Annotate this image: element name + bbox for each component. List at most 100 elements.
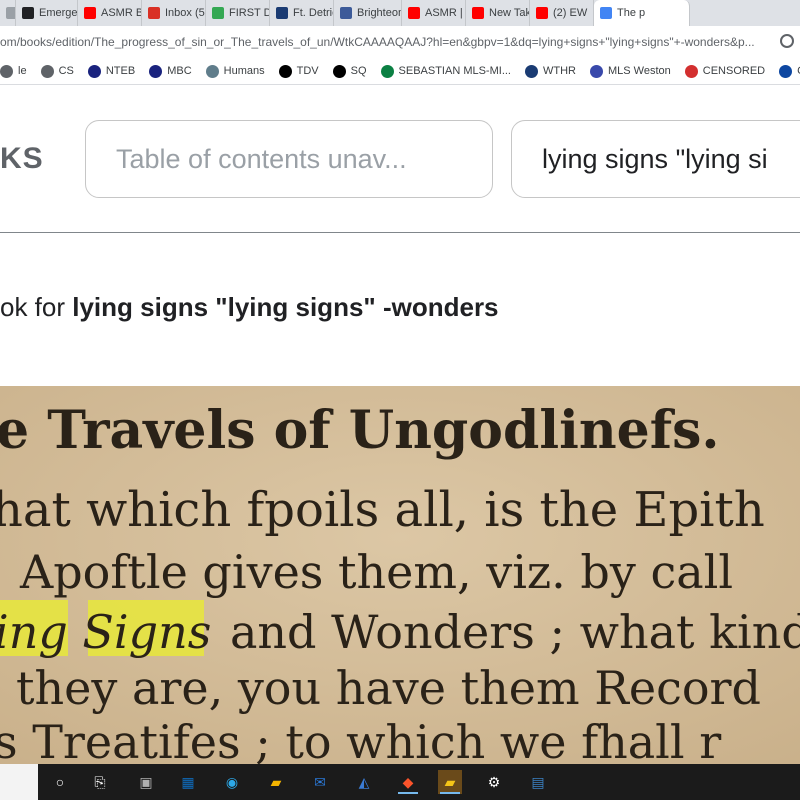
scan-line-6: s Treatifes ; to which we fhall r <box>0 715 721 764</box>
table-of-contents-dropdown[interactable]: Table of contents unav... <box>85 120 493 198</box>
nteb-icon <box>87 64 101 78</box>
scan-line-4: and Wonders ; what kind <box>230 605 800 659</box>
censored-icon <box>684 64 698 78</box>
tab-5[interactable]: Ft. Detrick <box>270 0 334 26</box>
bookmark-11[interactable]: CC <box>779 64 800 78</box>
bookmark-10[interactable]: CENSORED <box>684 64 766 78</box>
tab-4[interactable]: FIRST DO <box>206 0 270 26</box>
tab-0[interactable] <box>0 0 16 26</box>
taskbar-search-box[interactable] <box>0 764 38 800</box>
url-text[interactable]: om/books/edition/The_progress_of_sin_or_… <box>0 35 755 49</box>
tab-label: FIRST DO <box>229 7 269 19</box>
search-in-book-input[interactable]: lying signs "lying si <box>511 120 800 198</box>
cross-icon <box>149 64 163 78</box>
mls-icon <box>380 64 394 78</box>
tdv-icon <box>278 64 292 78</box>
cortana-icon[interactable]: ○ <box>48 770 72 794</box>
tab-label: Inbox (55 <box>165 7 205 19</box>
edge-icon[interactable]: ◉ <box>220 770 244 794</box>
results-query: lying signs "lying signs" -wonders <box>72 292 499 322</box>
bookmark-3[interactable]: MBC <box>149 64 192 78</box>
file-explorer-icon[interactable]: ▰ <box>264 770 288 794</box>
bookmark-label: NTEB <box>105 65 136 77</box>
tab-6[interactable]: Brighteon <box>334 0 402 26</box>
youtube-icon <box>84 7 96 19</box>
youtube-icon <box>536 7 548 19</box>
cc-icon <box>779 64 793 78</box>
emergency-icon <box>22 7 34 19</box>
bookmark-label: Humans <box>223 65 265 77</box>
tab-8[interactable]: New Take <box>466 0 530 26</box>
tab-label: Ft. Detrick <box>293 7 333 19</box>
bookmark-8[interactable]: WTHR <box>524 64 576 78</box>
active-indicator <box>440 792 460 794</box>
tab-7[interactable]: ASMR | Li <box>402 0 466 26</box>
youtube-icon <box>408 7 420 19</box>
brighteon-icon <box>340 7 352 19</box>
scan-line-5: they are, you have them Record <box>16 661 761 715</box>
scan-line-2: hat which fpoils all, is the Epith <box>0 482 765 538</box>
scan-line-3: Apoftle gives them, viz. by call <box>19 545 733 599</box>
mail-icon[interactable]: ✉ <box>308 770 332 794</box>
settings-icon[interactable]: ⚙ <box>482 770 506 794</box>
bookmark-label: SEBASTIAN MLS-MI... <box>398 65 511 77</box>
vpn-icon[interactable]: ▤ <box>526 770 550 794</box>
tab-label: Emergenc <box>39 7 78 19</box>
bookmark-0[interactable]: le <box>0 64 27 78</box>
results-prefix: ok for <box>0 292 73 322</box>
tab-label: The p <box>617 7 646 19</box>
bookmark-label: MBC <box>167 65 192 77</box>
youtube-icon <box>472 7 484 19</box>
bookmark-2[interactable]: NTEB <box>87 64 136 78</box>
brave-icon[interactable]: ◆ <box>396 770 420 794</box>
tab-strip: Emergenc ASMR Bir Inbox (55 FIRST DO Ft. Det… <box>0 0 800 26</box>
gmail-icon <box>148 7 160 19</box>
bookmark-label: SQ <box>350 65 367 77</box>
wthr-icon <box>524 64 538 78</box>
app-icon[interactable]: ▣ <box>134 770 158 794</box>
photos-icon[interactable]: ◭ <box>352 770 376 794</box>
bookmark-7[interactable]: SEBASTIAN MLS-MI... <box>380 64 511 78</box>
books-logo[interactable]: KS <box>0 142 44 176</box>
tab-10[interactable]: The p <box>594 0 690 26</box>
bookmark-4[interactable]: Humans <box>205 64 265 78</box>
header-divider <box>0 232 800 233</box>
tab-2[interactable]: ASMR Bir <box>78 0 142 26</box>
sticky-notes-icon[interactable]: ▰ <box>438 770 462 794</box>
bookmark-label: le <box>18 65 27 77</box>
bookmark-icon <box>0 64 13 78</box>
task-view-icon[interactable]: ⎘ <box>88 770 112 794</box>
bookmarks-bar: le CS NTEB MBC Humans TDV SQ SEBASTIAN MLS-MI..… <box>0 58 800 85</box>
globe-icon <box>205 64 219 78</box>
bookmark-label: MLS Weston <box>607 65 671 77</box>
tab-1[interactable]: Emergenc <box>16 0 78 26</box>
google-icon <box>600 7 612 19</box>
bookmark-6[interactable]: SQ <box>332 64 367 78</box>
bookmark-5[interactable]: TDV <box>278 64 319 78</box>
tab-label: New Take <box>489 7 529 19</box>
bookmark-1[interactable]: CS <box>40 64 74 78</box>
news-icon <box>276 7 288 19</box>
tab-9[interactable]: (2) EW <box>530 0 594 26</box>
sq-icon <box>332 64 346 78</box>
location-icon <box>589 64 603 78</box>
tab-3[interactable]: Inbox (55 <box>142 0 206 26</box>
address-bar[interactable]: om/books/edition/The_progress_of_sin_or_… <box>0 26 800 59</box>
bookmark-label: WTHR <box>542 65 576 77</box>
scanned-page-svg: e Travels of Ungodlinefs. hat which fpoi… <box>0 386 800 764</box>
bookmark-label: CENSORED <box>702 65 766 77</box>
cs-icon <box>40 64 54 78</box>
rumble-icon <box>212 7 224 19</box>
store-icon[interactable]: ▦ <box>176 770 200 794</box>
bookmark-9[interactable]: MLS Weston <box>589 64 671 78</box>
tab-label: (2) EW <box>553 7 588 19</box>
results-heading: ok for lying signs "lying signs" -wonder… <box>0 292 499 323</box>
scanned-page-image: e Travels of Ungodlinefs. hat which fpoi… <box>0 386 800 764</box>
windows-taskbar: ○ ⎘ ▣ ▦ ◉ ▰ ✉ ◭ ◆ ▰ ⚙ ▤ <box>0 764 800 800</box>
extension-icon[interactable] <box>780 34 794 48</box>
active-indicator <box>398 792 418 794</box>
bookmark-label: TDV <box>296 65 319 77</box>
tab-label: ASMR | Li <box>425 7 465 19</box>
tab-label: Brighteon <box>357 7 402 19</box>
scan-line-4-highlighted: ing Signs <box>0 605 211 659</box>
